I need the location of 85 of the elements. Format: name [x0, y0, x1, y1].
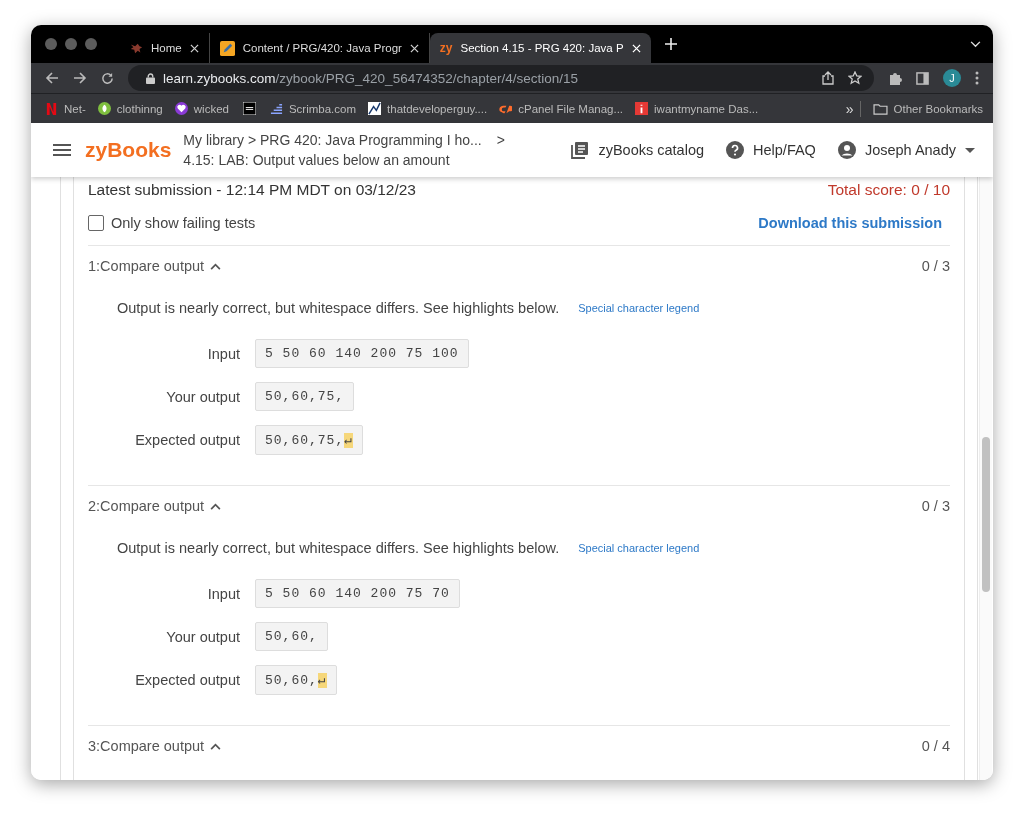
profile-avatar[interactable]: J — [943, 69, 961, 87]
chart-icon — [368, 102, 382, 115]
download-link[interactable]: Download this submission — [758, 215, 942, 231]
tab-title[interactable]: Home — [151, 42, 182, 54]
test-score: 0 / 4 — [921, 738, 950, 754]
chevron-up-icon — [210, 502, 222, 510]
help-icon — [726, 141, 745, 159]
output-value: 5 50 60 140 200 75 100 — [255, 339, 469, 368]
legend-link[interactable]: Special character legend — [578, 302, 700, 314]
scrollbar[interactable] — [979, 177, 992, 780]
bookmark-item[interactable]: cPanel File Manag... — [499, 102, 624, 115]
output-label: Your output — [165, 388, 240, 405]
lock-icon — [146, 72, 155, 84]
reload-icon[interactable] — [101, 71, 114, 85]
output-value: 50,60,↵ — [255, 665, 337, 695]
info-logo-icon — [635, 102, 649, 115]
window-control-dot[interactable] — [65, 38, 77, 50]
user-icon — [837, 141, 856, 159]
chevron-up-icon — [210, 262, 222, 270]
feedback-message: Output is nearly correct, but whitespace differs. See highlights below. — [117, 300, 560, 316]
submission-time: Latest submission - 12:14 PM MDT on 03/12/23 — [88, 181, 416, 200]
output-value: 50,60, — [255, 622, 328, 651]
output-label: Input — [206, 345, 240, 362]
folder-icon — [872, 102, 888, 115]
tab-logo: zy — [439, 41, 453, 55]
plus-icon[interactable] — [664, 38, 677, 50]
user-menu[interactable]: Joseph Anady — [837, 141, 975, 159]
menu-icon[interactable] — [53, 144, 71, 156]
star-icon[interactable] — [848, 71, 862, 85]
heart-icon — [174, 102, 188, 115]
breadcrumb-link[interactable]: 4.15: LAB: Output values below an amount — [183, 150, 505, 170]
sidebar-icon[interactable] — [916, 71, 929, 85]
breadcrumb-link[interactable]: My library > PRG 420: Java Programming I ho... — [183, 130, 482, 150]
tsr-logo-icon — [242, 102, 256, 115]
bookmark-item[interactable]: thatdeveloperguy.... — [368, 102, 488, 115]
tab-title[interactable]: Section 4.15 - PRG 420: Java P — [460, 42, 624, 54]
puzzle-icon[interactable] — [888, 71, 902, 85]
test-score: 0 / 3 — [921, 258, 950, 274]
feedback-message: Output is nearly correct, but whitespace differs. See highlights below. — [117, 540, 560, 556]
back-arrow-icon[interactable] — [45, 71, 59, 85]
output-label: Expected output — [134, 432, 240, 448]
total-score: Total score: 0 / 10 — [827, 181, 950, 200]
url-text[interactable]: learn.zybooks.com/zybook/PRG_420_56474352/chapter/4/section/15 — [163, 70, 579, 86]
test-toggle[interactable]: 1:Compare output — [88, 258, 222, 274]
bookmark-item[interactable] — [240, 102, 258, 115]
books-icon — [571, 141, 590, 159]
output-label: Expected output — [134, 672, 240, 688]
bookmark-item[interactable]: Net- — [45, 102, 86, 115]
leaf-icon — [97, 102, 111, 115]
window-control-dot[interactable] — [85, 38, 97, 50]
address-bar[interactable]: learn.zybooks.com/zybook/PRG_420_56474352/chapter/4/section/15 — [128, 65, 874, 91]
test-toggle[interactable]: 3:Compare output — [88, 738, 222, 754]
more-menu-icon[interactable] — [975, 71, 979, 85]
bird-logo-icon — [129, 41, 143, 55]
forward-arrow-icon[interactable] — [73, 71, 87, 85]
bookmark-item[interactable]: clothinng — [97, 102, 163, 115]
bookmark-item[interactable]: iwantmyname Das... — [635, 102, 759, 115]
test-toggle[interactable]: 2:Compare output — [88, 498, 222, 514]
help-link[interactable]: Help/FAQ — [726, 141, 816, 159]
scrollbar-thumb[interactable] — [982, 437, 990, 592]
chevron-down-icon[interactable] — [970, 40, 981, 48]
output-value: 50,60,75, — [255, 382, 355, 411]
output-label: Your output — [165, 628, 240, 645]
share-icon[interactable] — [822, 71, 834, 85]
failing-tests-checkbox[interactable]: Only show failing tests — [88, 215, 256, 231]
browser-tab[interactable]: zy Section 4.15 - PRG 420: Java P — [429, 33, 651, 63]
catalog-link[interactable]: zyBooks catalog — [571, 141, 705, 159]
test-score: 0 / 3 — [921, 498, 950, 514]
pencil-icon — [219, 40, 235, 56]
netflix-n-icon — [45, 102, 58, 115]
close-icon[interactable] — [409, 43, 419, 53]
output-label: Input — [206, 585, 240, 602]
bars-icon — [269, 102, 283, 115]
window-control-dot[interactable] — [45, 38, 57, 50]
chevron-up-icon — [210, 742, 222, 750]
more-bookmarks-button[interactable]: » — [845, 100, 861, 117]
bookmark-folder[interactable]: Other Bookmarks — [872, 102, 983, 115]
close-icon[interactable] — [189, 43, 199, 53]
bookmark-item[interactable]: wicked — [174, 102, 229, 115]
tab-title[interactable]: Content / PRG/420: Java Progr — [242, 42, 402, 54]
breadcrumb-separator: > — [496, 131, 505, 150]
output-value: 5 50 60 140 200 75 70 — [255, 579, 460, 608]
legend-link[interactable]: Special character legend — [578, 542, 700, 554]
bookmark-item[interactable]: Scrimba.com — [269, 102, 357, 115]
caret-icon — [965, 147, 975, 153]
